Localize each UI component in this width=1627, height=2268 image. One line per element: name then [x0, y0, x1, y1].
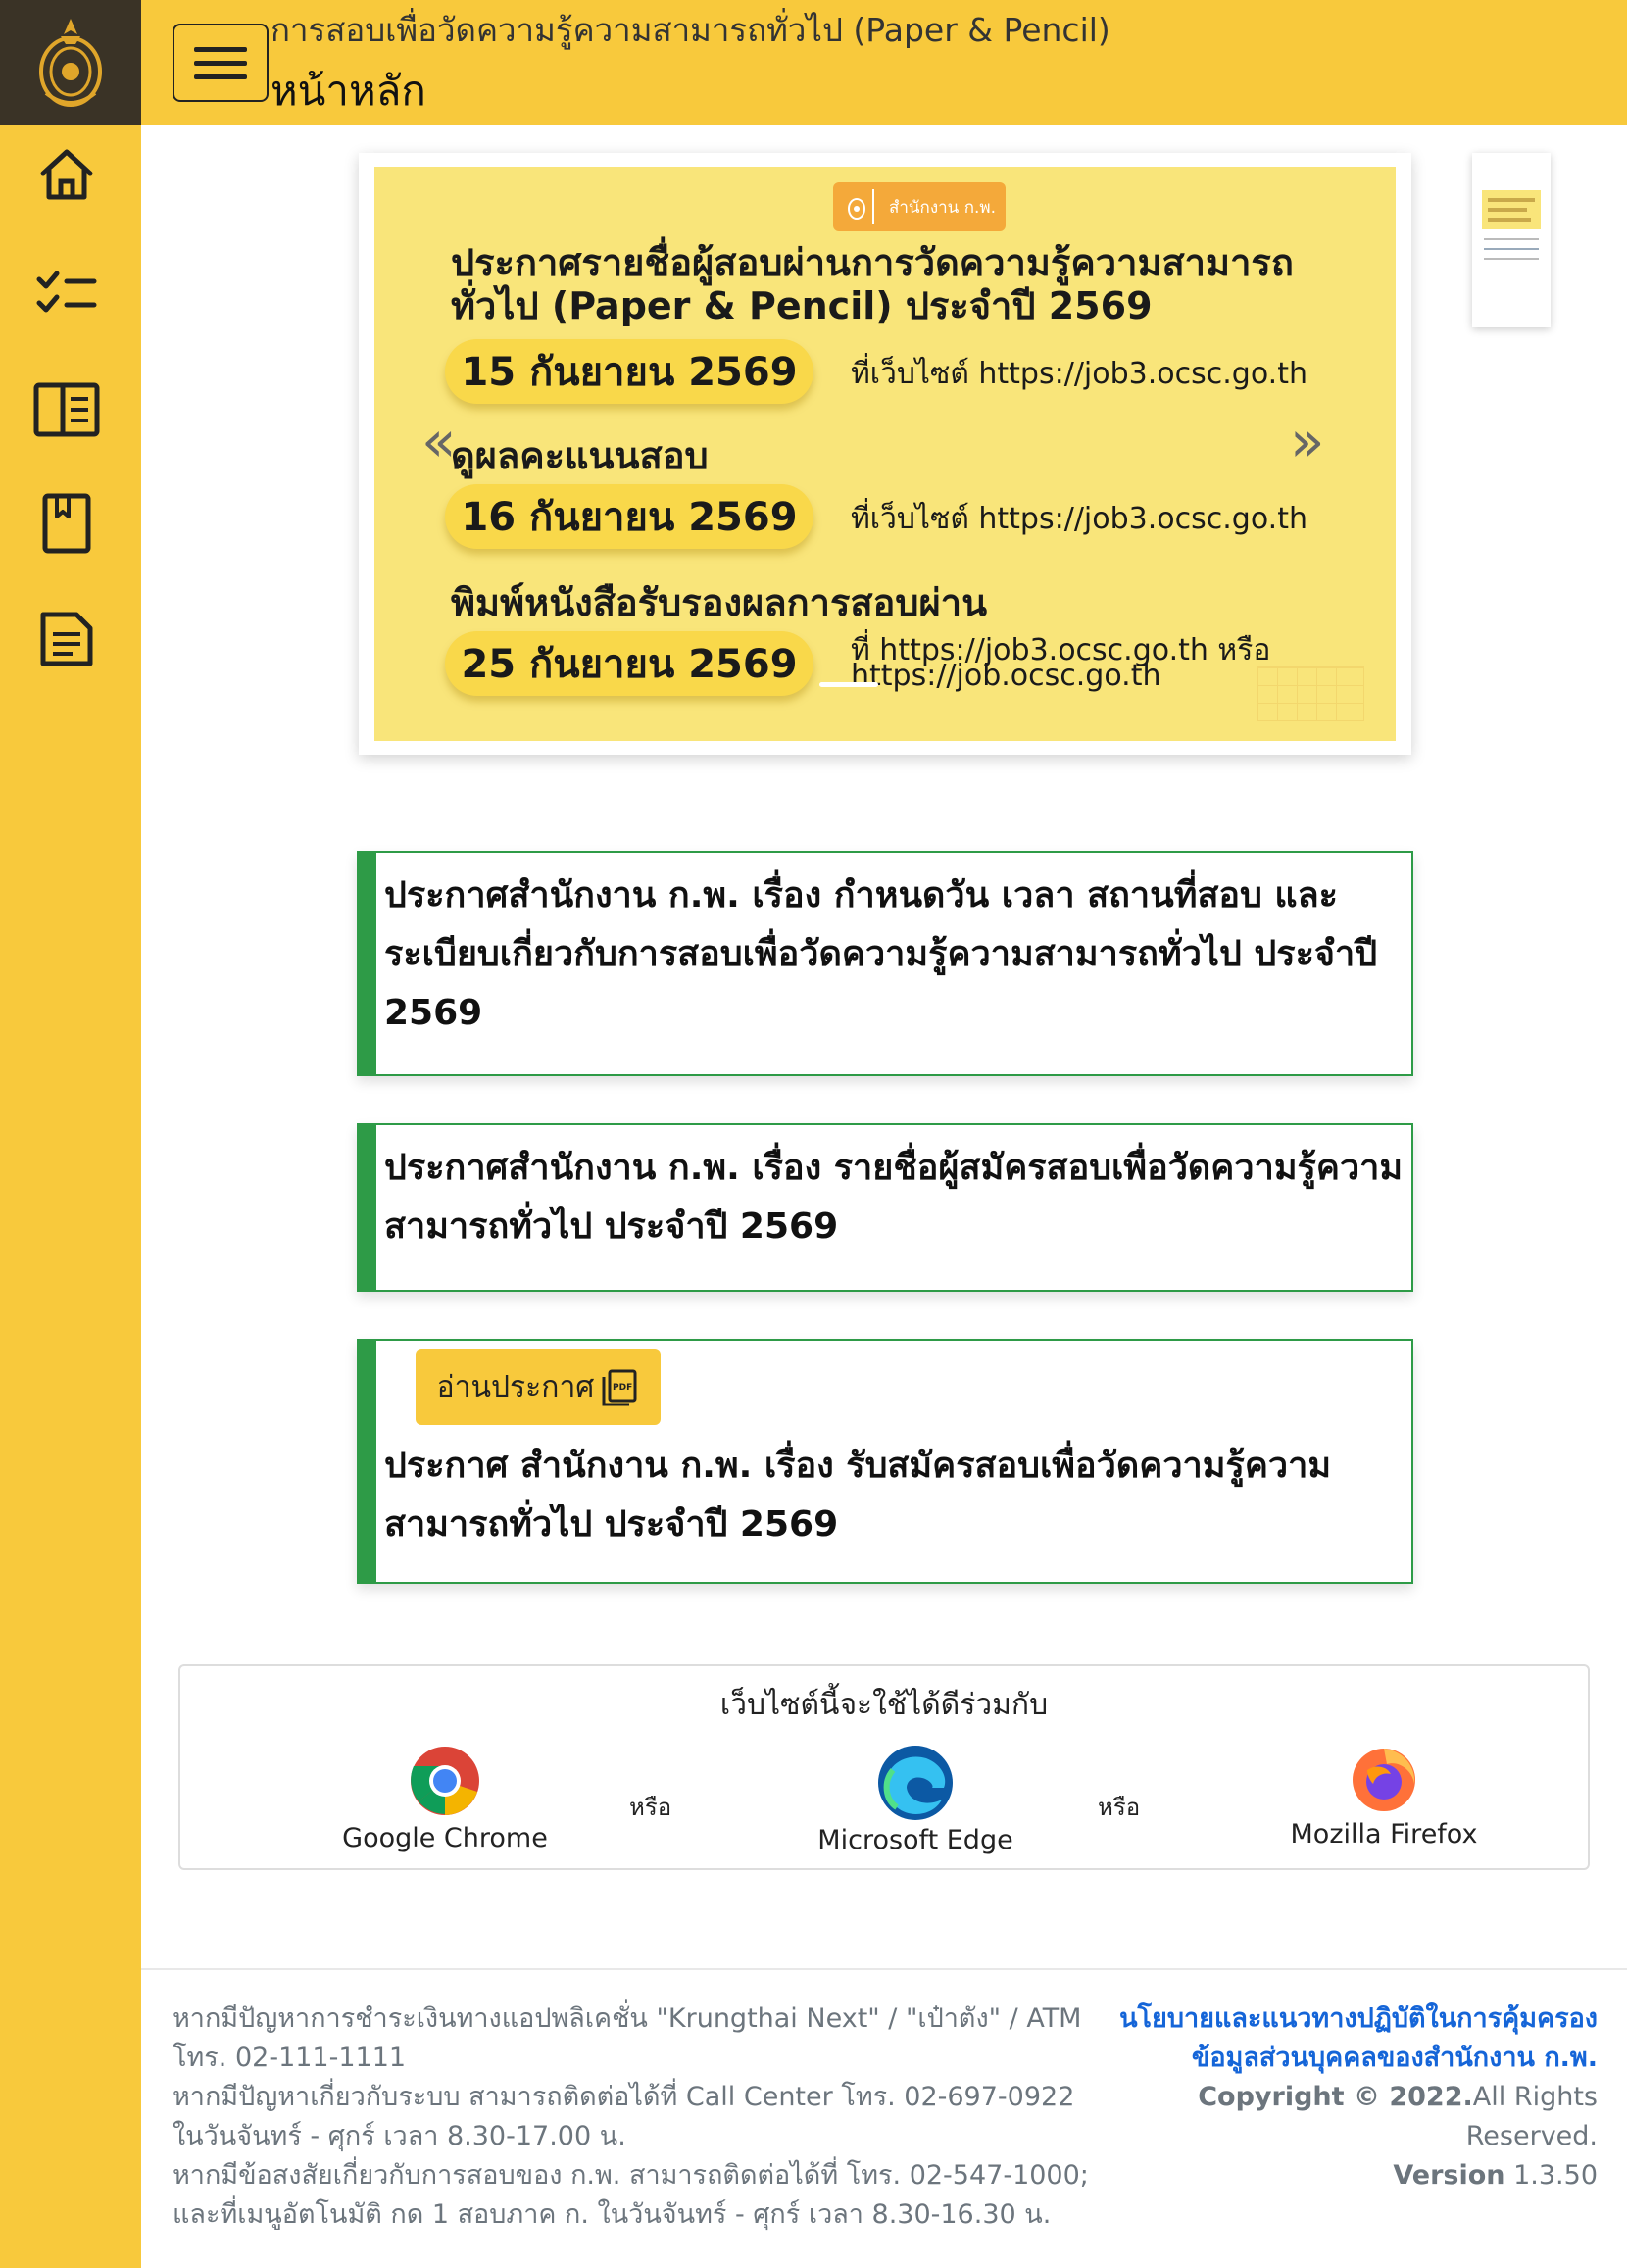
footer-legal: นโยบายและแนวทางปฏิบัติในการคุ้มครองข้อมู…	[1078, 1999, 1598, 2195]
announcement-text[interactable]: ประกาศสำนักงาน ก.พ. เรื่อง กำหนดวัน เวลา…	[384, 866, 1404, 1043]
carousel-next-button[interactable]: »	[1290, 412, 1325, 470]
slide-subheading: ดูผลคะแนนสอบ	[451, 434, 709, 477]
copyright-rest: All Rights Reserved.	[1465, 2082, 1598, 2151]
carousel-thumbnail[interactable]	[1472, 153, 1551, 327]
hamburger-bar	[194, 60, 247, 66]
home-icon[interactable]	[31, 139, 102, 210]
slide-heading: ประกาศรายชื่อผู้สอบผ่านการวัดความรู้ความ…	[451, 241, 1294, 327]
ocsc-emblem-icon	[39, 19, 102, 107]
ocsc-logo[interactable]	[0, 0, 141, 125]
browser-edge: Microsoft Edge	[788, 1743, 1043, 1855]
edge-icon	[878, 1746, 953, 1820]
or-text: หรือ	[629, 1794, 672, 1821]
version-value: 1.3.50	[1504, 2160, 1598, 2191]
announcement-text[interactable]: ประกาศ สำนักงาน ก.พ. เรื่อง รับสมัครสอบเ…	[384, 1437, 1404, 1554]
announcement-card[interactable]: ประกาศสำนักงาน ก.พ. เรื่อง กำหนดวัน เวลา…	[357, 851, 1413, 1076]
decorative-grid	[1257, 666, 1364, 721]
browser-name: Microsoft Edge	[817, 1825, 1013, 1855]
browser-name: Google Chrome	[342, 1823, 548, 1853]
slide-badge-text: สำนักงาน ก.พ.	[888, 197, 996, 218]
page-title: หน้าหลัก	[271, 67, 426, 115]
footer-line-callcenter: หากมีปัญหาเกี่ยวกับระบบ สามารถติดต่อได้ท…	[173, 2082, 1075, 2151]
announcement-card[interactable]: ประกาศสำนักงาน ก.พ. เรื่อง รายชื่อผู้สมั…	[357, 1123, 1413, 1292]
copyright-strong: Copyright © 2022.	[1198, 2082, 1473, 2112]
slide-date-pill: 25 กันยายน 2569	[445, 631, 814, 696]
top-header: การสอบเพื่อวัดความรู้ความสามารถทั่วไป (P…	[141, 0, 1627, 125]
slide-subheading: พิมพ์หนังสือรับรองผลการสอบผ่าน	[451, 581, 988, 624]
announcement-card[interactable]: อ่านประกาศ PDF ประกาศ สำนักงาน ก.พ. เรื่…	[357, 1339, 1413, 1584]
browser-firefox: Mozilla Firefox	[1257, 1741, 1511, 1849]
read-announcement-label: อ่านประกาศ	[436, 1369, 595, 1405]
carousel-indicator[interactable]	[819, 682, 878, 687]
hamburger-bar	[194, 46, 247, 52]
read-announcement-button[interactable]: อ่านประกาศ PDF	[416, 1349, 661, 1425]
menu-toggle-button[interactable]	[173, 24, 269, 102]
slide-date-pill: 15 กันยายน 2569	[445, 339, 814, 404]
pdf-icon: PDF	[602, 1369, 637, 1406]
bookmark-book-icon[interactable]	[31, 488, 102, 559]
document-icon[interactable]	[31, 604, 102, 674]
version-text: Version 1.3.50	[1078, 2156, 1598, 2195]
thumbnail-preview-icon	[1482, 190, 1541, 260]
browser-chrome: Google Chrome	[318, 1745, 572, 1853]
footer-line-inquiry: หากมีข้อสงสัยเกี่ยวกับการสอบของ ก.พ. สาม…	[173, 2160, 1089, 2230]
chrome-icon	[411, 1747, 479, 1815]
privacy-policy-link[interactable]: นโยบายและแนวทางปฏิบัติในการคุ้มครองข้อมู…	[1078, 1999, 1598, 2078]
footer-contact: หากมีปัญหาการชำระเงินทางแอปพลิเคชั่น "Kr…	[173, 1999, 1113, 2235]
firefox-icon	[1353, 1749, 1415, 1811]
browser-heading: เว็บไซต์นี้จะใช้ได้ดีร่วมกับ	[719, 1688, 1049, 1722]
announcement-carousel: สำนักงาน ก.พ. ประกาศรายชื่อผู้สอบผ่านการ…	[359, 153, 1411, 755]
or-text: หรือ	[1098, 1794, 1141, 1821]
checklist-icon[interactable]	[31, 257, 102, 327]
version-label: Version	[1393, 2160, 1505, 2191]
announcement-text[interactable]: ประกาศสำนักงาน ก.พ. เรื่อง รายชื่อผู้สมั…	[384, 1139, 1404, 1257]
carousel-prev-button[interactable]: «	[421, 412, 457, 470]
ocsc-mini-logo-icon	[841, 189, 874, 224]
slide-site-text: https://job.ocsc.go.th	[851, 659, 1161, 693]
slide-badge: สำนักงาน ก.พ.	[833, 182, 1006, 231]
slide-date-pill: 16 กันยายน 2569	[445, 484, 814, 549]
slide-site-text: ที่เว็บไซต์ https://job3.ocsc.go.th	[851, 357, 1307, 391]
book-open-icon[interactable]	[31, 374, 102, 445]
header-subtitle: การสอบเพื่อวัดความรู้ความสามารถทั่วไป (P…	[271, 11, 1110, 49]
footer-divider	[141, 1968, 1627, 1970]
copyright-text: Copyright © 2022.All Rights Reserved.	[1078, 2078, 1598, 2156]
hamburger-bar	[194, 74, 247, 79]
footer-line-payment: หากมีปัญหาการชำระเงินทางแอปพลิเคชั่น "Kr…	[173, 2003, 1082, 2073]
sidebar	[0, 0, 141, 2268]
svg-text:PDF: PDF	[613, 1383, 632, 1393]
carousel-slide[interactable]: สำนักงาน ก.พ. ประกาศรายชื่อผู้สอบผ่านการ…	[374, 167, 1396, 741]
slide-site-text: ที่เว็บไซต์ https://job3.ocsc.go.th	[851, 502, 1307, 536]
browser-compatibility-box: เว็บไซต์นี้จะใช้ได้ดีร่วมกับ Google Chro…	[178, 1664, 1590, 1870]
browser-name: Mozilla Firefox	[1290, 1819, 1478, 1849]
